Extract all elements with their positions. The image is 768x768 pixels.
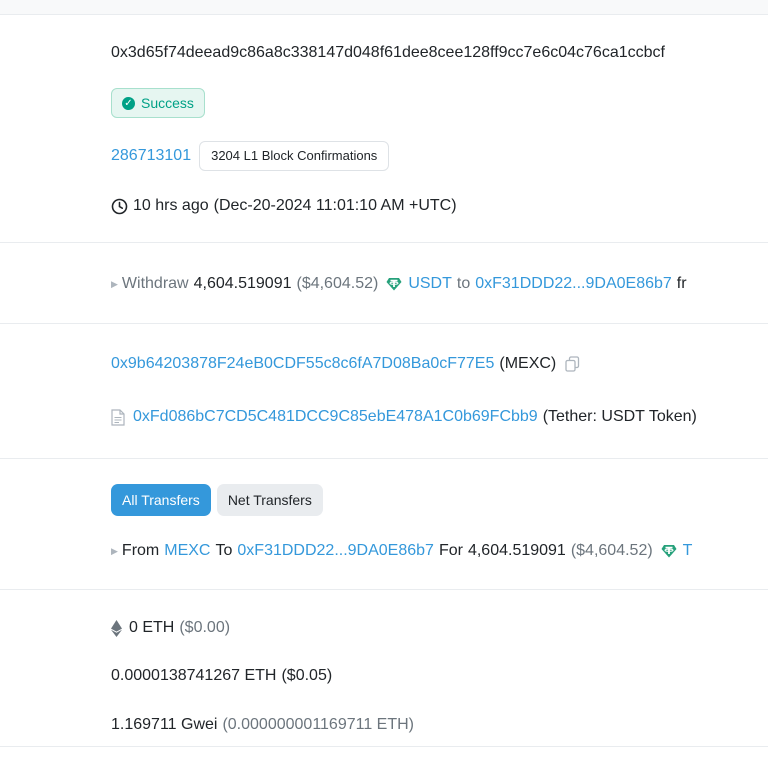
transfer-row: ▶ From MEXC To 0xF31DDD22...9DA0E86b7 Fo… [111,540,692,562]
gas-price-eth: (0.000000001169711 ETH) [222,716,414,733]
tab-net-transfers[interactable]: Net Transfers [216,484,323,516]
action-trailing-text: fr [676,275,687,292]
action-to-word: to [456,275,471,292]
section-divider [0,458,768,459]
section-divider [0,746,768,747]
gas-price-gwei: 1.169711 Gwei [111,716,218,733]
transfer-to-word: To [215,542,233,559]
gas-price-row: 1.169711 Gwei (0.000000001169711 ETH) [111,714,414,736]
tether-icon [661,545,677,558]
section-divider [0,589,768,590]
copy-icon[interactable] [565,356,580,372]
status-badge: ✓ Success [111,88,205,118]
tether-icon [386,278,402,291]
from-label: (MEXC) [499,355,557,372]
transfer-from-link[interactable]: MEXC [164,540,210,562]
confirmations-badge: 3204 L1 Block Confirmations [199,141,390,171]
transfer-for-word: For [438,542,463,559]
timestamp-row: 10 hrs ago (Dec-20-2024 11:01:10 AM +UTC… [111,195,457,217]
caret-right-icon: ▶ [111,546,118,556]
ethereum-icon [111,619,122,637]
transfer-from-word: From [121,542,160,559]
top-section-band [0,0,768,15]
from-address-link[interactable]: 0x9b64203878F24eB0CDF55c8c6fA7D08Ba0cF77… [111,353,494,375]
value-amount: 0 ETH [129,619,175,636]
check-circle-icon: ✓ [122,96,135,110]
action-usd: ($4,604.52) [296,275,379,292]
timestamp-absolute: (Dec-20-2024 11:01:10 AM +UTC) [213,197,457,214]
status-label: Success [141,95,194,111]
fee-amount: 0.0000138741267 ETH [111,667,277,684]
block-number-link[interactable]: 286713101 [111,145,191,167]
transfers-tabs: All Transfers Net Transfers [111,484,329,516]
value-row: 0 ETH ($0.00) [111,617,230,639]
transfer-amount: 4,604.519091 [467,542,566,559]
tx-hash-value: 0x3d65f74deead9c86a8c338147d048f61dee8ce… [111,44,665,61]
section-divider [0,242,768,243]
timestamp-relative: 10 hrs ago [133,197,209,214]
transfer-to-address-link[interactable]: 0xF31DDD22...9DA0E86b7 [237,540,434,562]
status-row: ✓ Success [111,88,205,118]
tx-hash-row: 0x3d65f74deead9c86a8c338147d048f61dee8ce… [111,42,665,64]
action-amount: 4,604.519091 [193,275,292,292]
action-to-address-link[interactable]: 0xF31DDD22...9DA0E86b7 [475,273,672,295]
transfer-token-trailing[interactable]: T [683,540,693,562]
caret-right-icon: ▶ [111,279,118,289]
contract-file-icon [111,408,125,426]
transfer-usd: ($4,604.52) [570,542,653,559]
tab-all-transfers[interactable]: All Transfers [111,484,211,516]
from-row: 0x9b64203878F24eB0CDF55c8c6fA7D08Ba0cF77… [111,353,580,375]
interacted-to-row: 0xFd086bC7CD5C481DCC9C85ebE478A1C0b69FCb… [111,406,697,428]
contract-address-link[interactable]: 0xFd086bC7CD5C481DCC9C85ebE478A1C0b69FCb… [133,406,538,428]
action-row: ▶ Withdraw 4,604.519091 ($4,604.52) USDT… [111,273,687,295]
fee-row: 0.0000138741267 ETH ($0.05) [111,665,332,687]
action-verb: Withdraw [121,275,189,292]
section-divider [0,323,768,324]
fee-usd: ($0.05) [281,667,333,684]
clock-icon [111,198,128,214]
action-token-link[interactable]: USDT [408,273,452,295]
contract-label: (Tether: USDT Token) [542,408,697,425]
value-usd: ($0.00) [179,619,231,636]
block-row: 286713101 3204 L1 Block Confirmations [111,141,390,171]
